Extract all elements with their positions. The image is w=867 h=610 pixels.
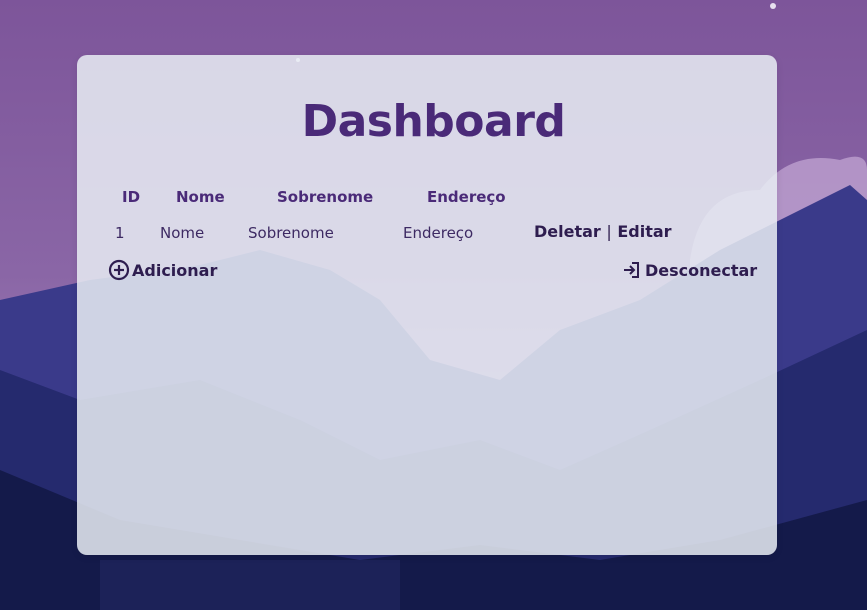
cell-nome: Nome [160,224,205,242]
delete-link[interactable]: Deletar [534,222,601,241]
cell-id: 1 [115,224,125,242]
column-header-endereco: Endereço [427,188,506,206]
column-header-id: ID [122,188,141,206]
cell-endereco: Endereço [403,224,474,242]
plus-circle-icon [108,259,130,281]
logout-button-label: Desconectar [645,260,758,280]
action-separator: | [606,222,612,241]
row-actions: Deletar | Editar [534,222,672,241]
page-title: Dashboard [301,96,566,147]
logout-button[interactable]: Desconectar [621,259,757,281]
sign-in-arrow-icon [621,259,643,281]
add-button[interactable]: Adicionar [108,259,217,281]
cell-sobrenome: Sobrenome [248,224,334,242]
edit-link[interactable]: Editar [617,222,671,241]
column-header-nome: Nome [176,188,225,206]
column-header-sobrenome: Sobrenome [277,188,374,206]
add-button-label: Adicionar [132,260,218,280]
